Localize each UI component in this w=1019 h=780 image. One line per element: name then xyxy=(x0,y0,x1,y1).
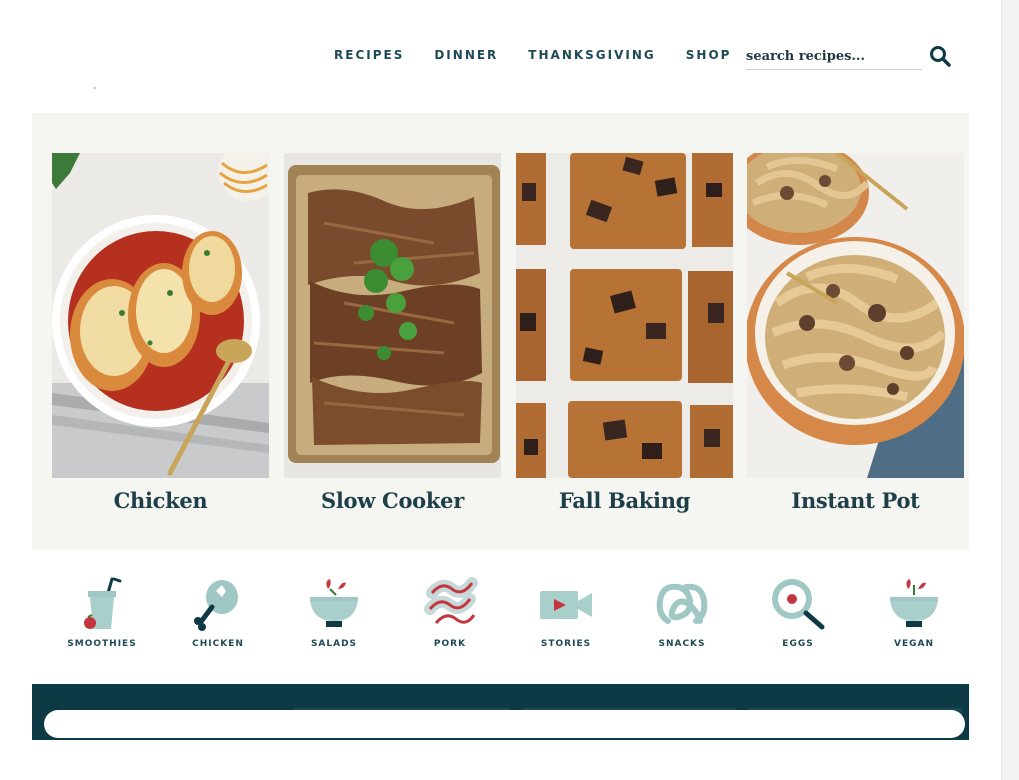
category-snacks[interactable]: SNACKS xyxy=(624,575,740,649)
drumstick-icon xyxy=(194,580,238,631)
featured-card-fall-baking[interactable]: Fall Baking xyxy=(516,153,733,513)
beef-stroganoff-noodles-photo[interactable] xyxy=(747,153,964,478)
featured-card-slow-cooker[interactable]: Slow Cooker xyxy=(284,153,501,513)
category-chicken[interactable]: CHICKEN xyxy=(160,575,276,649)
category-smoothies[interactable]: SMOOTHIES xyxy=(44,575,160,649)
category-eggs[interactable]: EGGS xyxy=(740,575,856,649)
bacon-icon xyxy=(424,577,478,624)
nav-dinner[interactable]: DINNER xyxy=(434,48,498,62)
vegan-bowl-icon xyxy=(890,579,938,627)
category-vegan[interactable]: VEGAN xyxy=(856,575,972,649)
featured-card-title[interactable]: Instant Pot xyxy=(747,488,964,513)
page: RECIPES DINNER THANKSGIVING SHOP search … xyxy=(0,0,1002,780)
scrollbar-track[interactable] xyxy=(1002,0,1019,780)
search-input[interactable] xyxy=(746,44,922,68)
main-nav: RECIPES DINNER THANKSGIVING SHOP xyxy=(334,48,761,62)
featured-card-instant-pot[interactable]: Instant Pot xyxy=(747,153,964,513)
nav-thanksgiving[interactable]: THANKSGIVING xyxy=(528,48,655,62)
featured-collections: Chicken Slow Cooker Fall Baking Instant … xyxy=(32,113,969,550)
category-label: STORIES xyxy=(540,639,592,649)
overlay-bar xyxy=(44,710,965,738)
featured-card-title[interactable]: Slow Cooker xyxy=(284,488,501,513)
featured-card-title[interactable]: Chicken xyxy=(52,488,269,513)
pretzel-icon xyxy=(656,583,708,624)
smoothie-cup-icon xyxy=(84,577,122,629)
category-label: PORK xyxy=(433,639,467,649)
decorative-dot xyxy=(94,87,96,89)
category-stories[interactable]: STORIES xyxy=(508,575,624,649)
category-label: SNACKS xyxy=(658,639,706,649)
category-label: EGGS xyxy=(782,639,814,649)
nav-shop[interactable]: SHOP xyxy=(686,48,732,62)
search-bar xyxy=(746,44,922,70)
category-icons: SMOOTHIES CHICKEN SALADS PORK STORIES SN… xyxy=(44,575,969,665)
chicken-parmesan-photo[interactable] xyxy=(52,153,269,478)
nav-recipes[interactable]: RECIPES xyxy=(334,48,404,62)
video-camera-icon xyxy=(540,591,592,619)
frying-pan-egg-icon xyxy=(772,579,825,630)
featured-card-chicken[interactable]: Chicken xyxy=(52,153,269,513)
pumpkin-chocolate-bars-photo[interactable] xyxy=(516,153,733,478)
featured-card-title[interactable]: Fall Baking xyxy=(516,488,733,513)
search-icon[interactable] xyxy=(928,44,952,68)
pulled-pork-sheet-pan-photo[interactable] xyxy=(284,153,501,478)
category-label: SMOOTHIES xyxy=(67,639,137,649)
salad-bowl-icon xyxy=(310,579,358,627)
category-label: SALADS xyxy=(310,639,358,649)
category-label: VEGAN xyxy=(894,639,934,649)
category-pork[interactable]: PORK xyxy=(392,575,508,649)
category-label: CHICKEN xyxy=(192,639,244,649)
category-salads[interactable]: SALADS xyxy=(276,575,392,649)
